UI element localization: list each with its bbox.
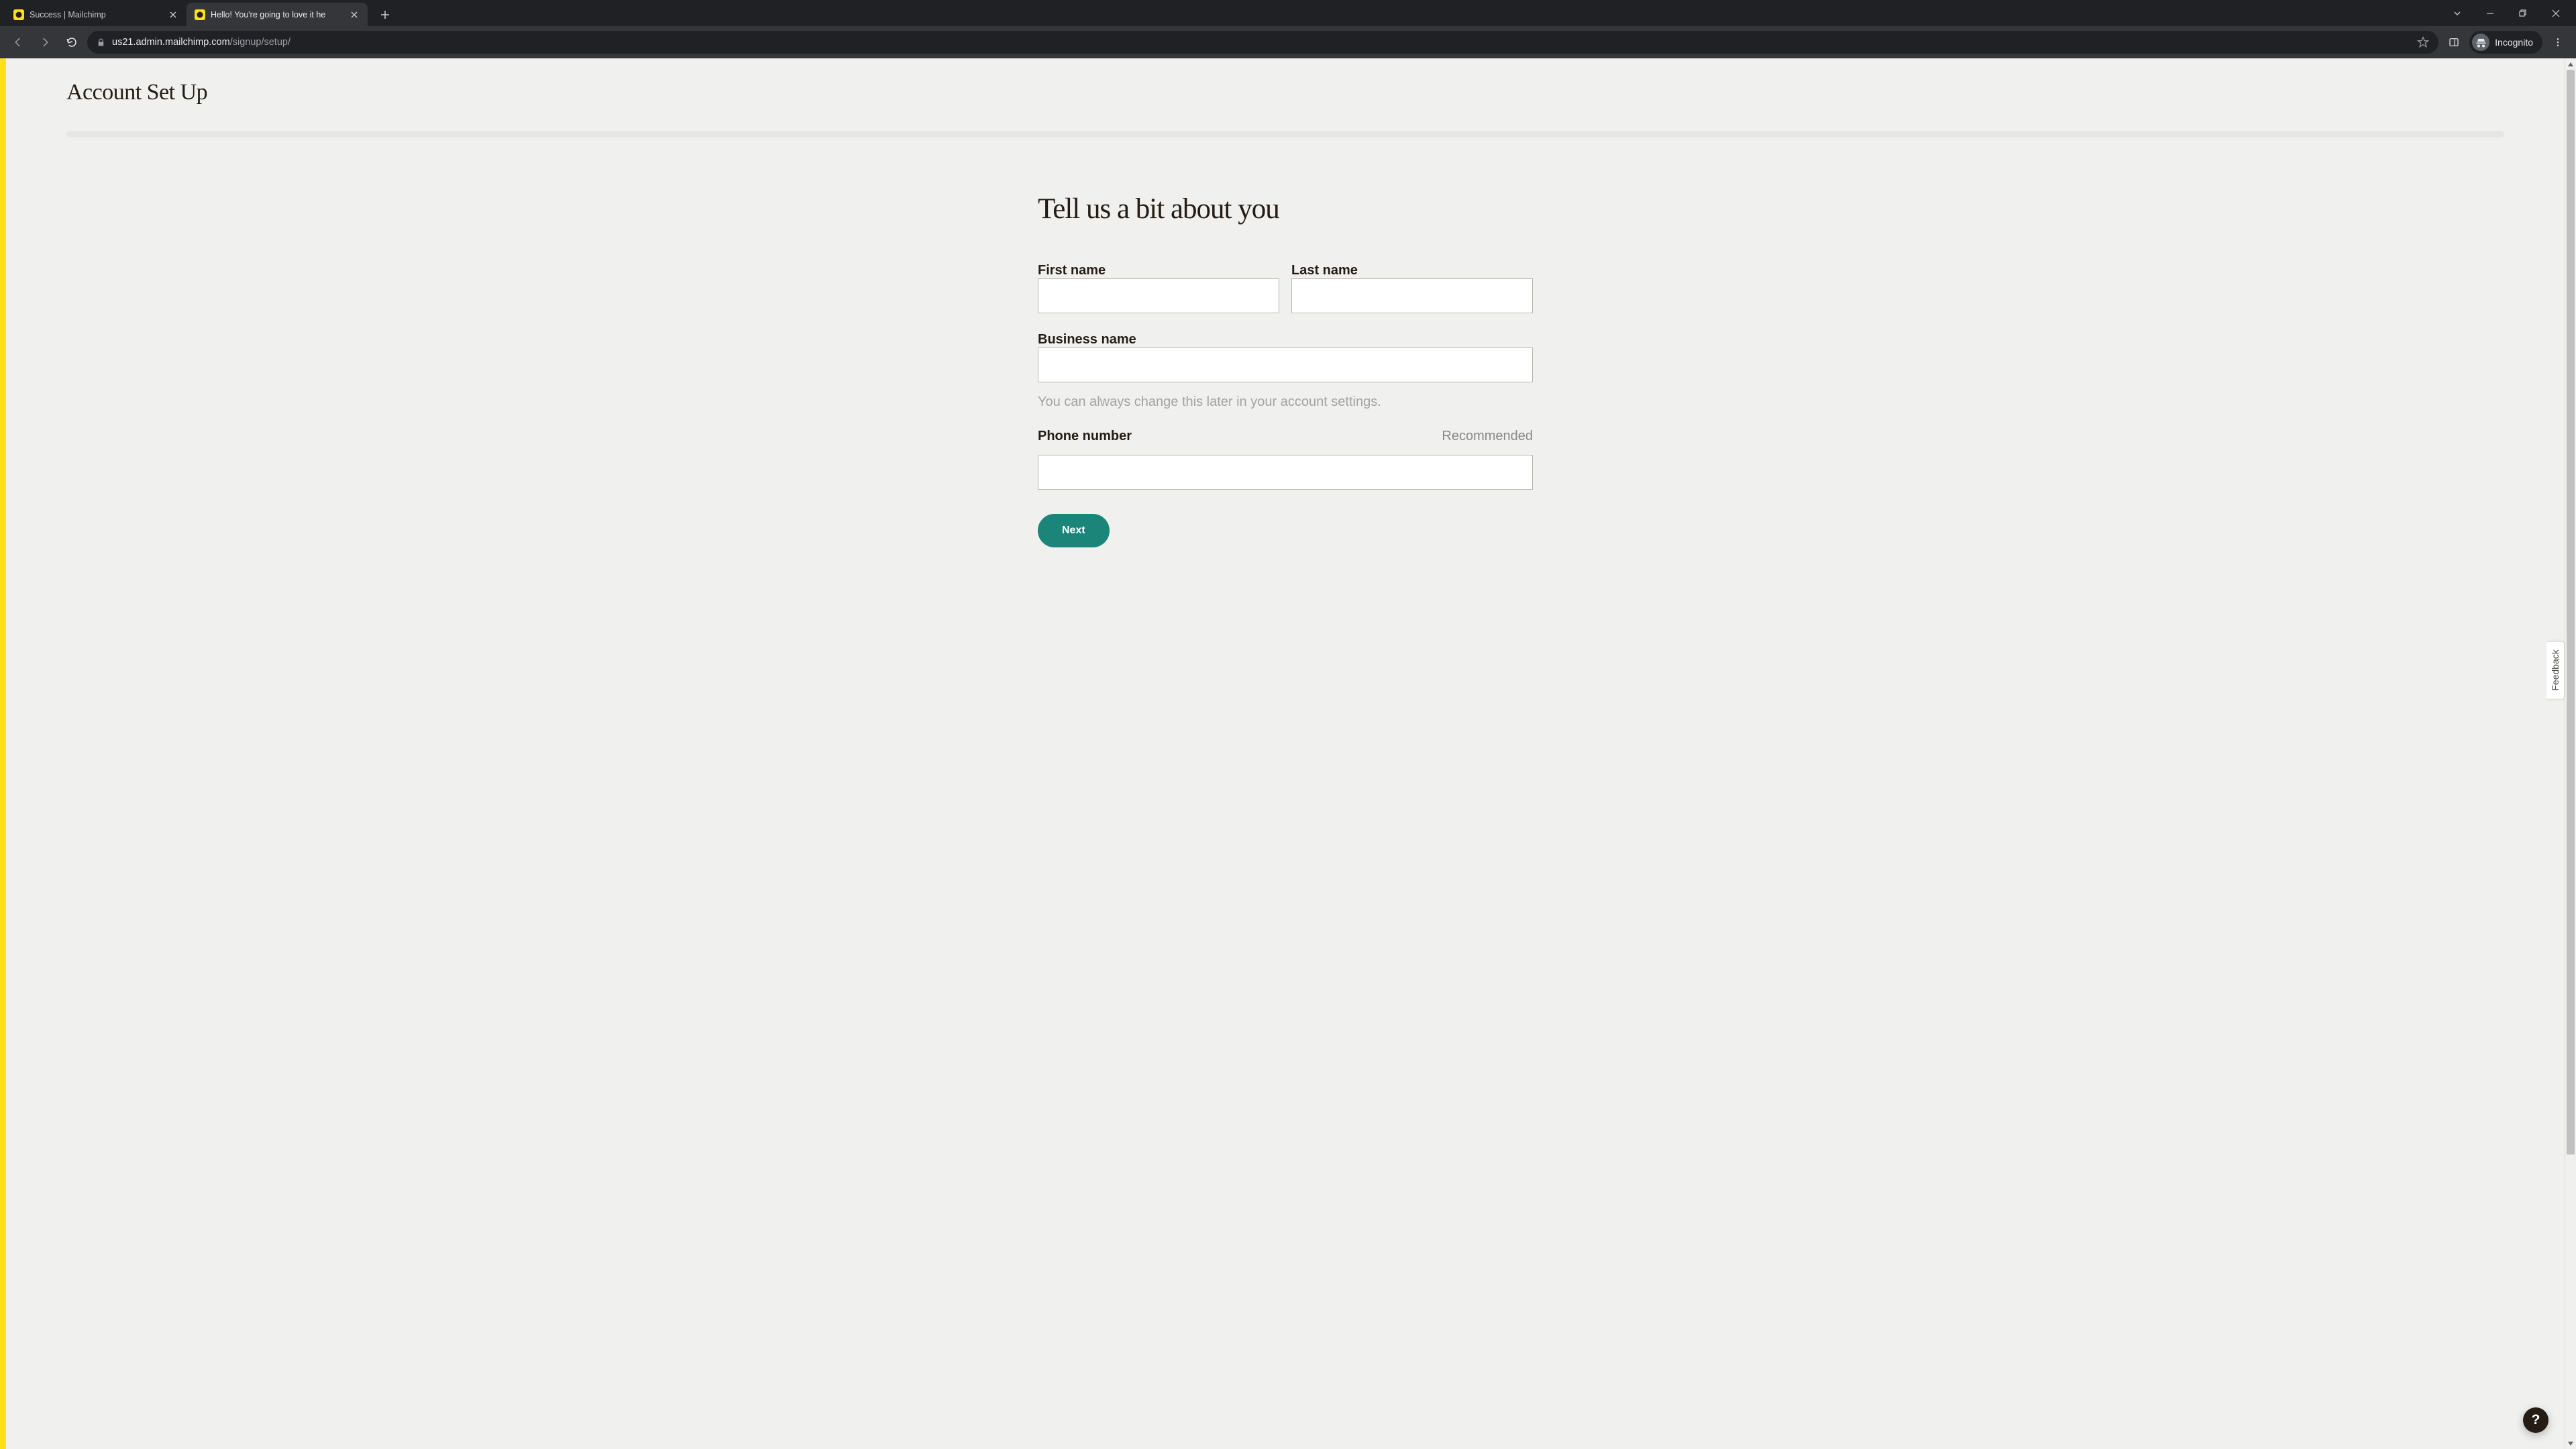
bookmark-star-icon[interactable] [2417,36,2429,48]
feedback-tab[interactable]: Feedback [2546,641,2565,699]
business-name-label: Business name [1038,332,1533,347]
scrollbar-thumb[interactable] [2567,70,2575,1155]
tab-active[interactable]: Hello! You're going to love it he [186,3,368,26]
page-title: Account Set Up [66,80,2504,105]
close-icon[interactable] [168,9,178,20]
close-icon[interactable] [349,9,360,20]
lock-icon [97,38,105,47]
reload-button[interactable] [60,31,83,54]
address-bar: us21.admin.mailchimp.com/signup/setup/ I… [0,26,2576,58]
scroll-up-arrow-icon[interactable] [2565,58,2576,70]
business-name-input[interactable] [1038,347,1533,382]
last-name-label: Last name [1291,263,1533,278]
scroll-down-arrow-icon[interactable] [2565,1438,2576,1449]
form-heading: Tell us a bit about you [1038,193,1533,225]
close-window-button[interactable] [2540,3,2571,23]
help-button[interactable]: ? [2523,1407,2548,1433]
incognito-label: Incognito [2495,37,2533,48]
tab-title: Hello! You're going to love it he [211,10,343,19]
incognito-badge[interactable]: Incognito [2469,31,2542,54]
business-name-helper: You can always change this later in your… [1038,394,1533,410]
phone-label: Phone number [1038,429,1132,444]
first-name-label: First name [1038,263,1279,278]
minimize-button[interactable] [2475,3,2505,23]
tab-inactive[interactable]: Success | Mailchimp [5,3,186,26]
side-panel-icon[interactable] [2443,31,2465,54]
maximize-button[interactable] [2508,3,2538,23]
url-input[interactable]: us21.admin.mailchimp.com/signup/setup/ [87,31,2438,54]
forward-button[interactable] [34,31,56,54]
tab-bar: Success | Mailchimp Hello! You're going … [0,0,2576,26]
phone-recommended-label: Recommended [1442,429,1533,444]
new-tab-button[interactable] [376,5,394,24]
next-button[interactable]: Next [1038,514,1110,547]
window-controls [2442,3,2576,23]
vertical-scrollbar[interactable] [2565,58,2576,1449]
back-button[interactable] [7,31,30,54]
incognito-icon [2472,34,2489,51]
menu-dots-icon[interactable] [2546,31,2569,54]
progress-bar [66,131,2504,138]
mailchimp-favicon [13,9,24,20]
first-name-input[interactable] [1038,278,1279,313]
tab-title: Success | Mailchimp [30,10,162,19]
mailchimp-favicon [195,9,205,20]
accent-bar [0,58,6,1449]
url-text: us21.admin.mailchimp.com/signup/setup/ [112,37,290,48]
last-name-input[interactable] [1291,278,1533,313]
chevron-down-icon[interactable] [2442,3,2472,23]
phone-input[interactable] [1038,455,1533,490]
